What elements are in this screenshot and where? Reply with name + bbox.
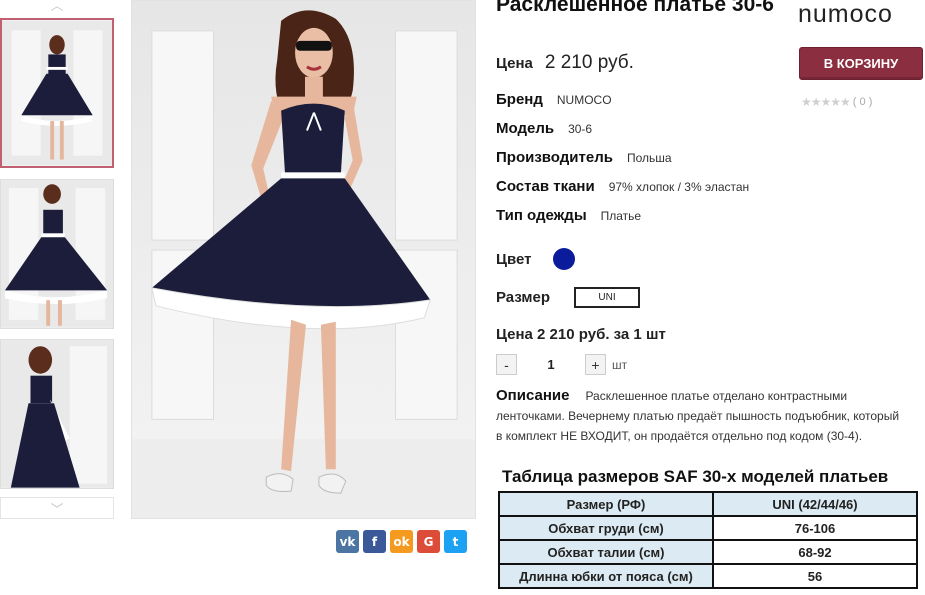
facebook-icon[interactable]: f [363, 530, 386, 553]
odnoklassniki-icon[interactable]: ok [390, 530, 413, 553]
attr-type: Тип одежды Платье [496, 207, 641, 224]
rating[interactable]: ★★★★★ ( 0 ) [801, 95, 872, 109]
price-line: Цена 2 210 руб. [496, 52, 634, 74]
table-header-cell: UNI (42/44/46) [712, 491, 918, 517]
quantity-unit: шт [612, 357, 628, 372]
table-header-row: Размер (РФ) UNI (42/44/46) [498, 491, 918, 517]
attr-key: Тип одежды [496, 207, 587, 224]
add-to-cart-button[interactable]: В КОРЗИНУ [799, 47, 923, 80]
size-table-title: Таблица размеров SAF 30-х моделей платье… [502, 467, 889, 486]
dress-photo-thumbnail [1, 180, 113, 328]
vk-icon[interactable]: vk [336, 530, 359, 553]
brand-logo[interactable]: numoco [798, 0, 893, 29]
attr-value: 97% хлопок / 3% эластан [608, 180, 750, 194]
size-option-uni[interactable]: UNI [574, 287, 641, 308]
size-label: Размер [496, 289, 551, 306]
table-cell: 56 [712, 563, 918, 589]
description-label: Описание [496, 387, 570, 404]
attr-value: 30-6 [568, 122, 593, 136]
unit-price: Цена 2 210 руб. за 1 шт [496, 326, 666, 343]
quantity-stepper: - 1 + шт [496, 354, 627, 375]
quantity-decrease-button[interactable]: - [496, 354, 517, 375]
attr-model: Модель 30-6 [496, 120, 592, 137]
attr-fabric: Состав ткани 97% хлопок / 3% эластан [496, 178, 749, 195]
social-share-bar: vk f ok G t [336, 530, 467, 553]
product-title: Расклешенное платье 30-6 [496, 0, 774, 16]
attr-brand: Бренд NUMOCO [496, 91, 612, 108]
size-table: Размер (РФ) UNI (42/44/46) Обхват груди … [498, 491, 918, 589]
thumbnail-strip: ︿ ﹀ [0, 0, 114, 520]
attr-key: Производитель [496, 149, 613, 166]
color-swatch[interactable] [553, 248, 576, 270]
quantity-value[interactable]: 1 [517, 357, 585, 372]
attr-manufacturer: Производитель Польша [496, 149, 672, 166]
dress-photo [132, 1, 475, 518]
color-selector: Цвет [496, 248, 576, 270]
google-icon[interactable]: G [417, 530, 440, 553]
chevron-up-icon[interactable]: ︿ [0, 0, 114, 14]
attr-key: Состав ткани [496, 178, 595, 195]
main-product-photo[interactable] [131, 0, 476, 519]
attr-key: Бренд [496, 91, 543, 108]
twitter-icon[interactable]: t [444, 530, 467, 553]
table-cell: Обхват талии (см) [498, 539, 714, 565]
dress-photo-thumbnail [2, 20, 112, 166]
quantity-increase-button[interactable]: + [585, 354, 606, 375]
table-cell: 76-106 [712, 515, 918, 541]
thumbnail-2[interactable] [0, 179, 114, 329]
attr-value: Платье [600, 209, 642, 223]
table-header-cell: Размер (РФ) [498, 491, 714, 517]
price-label: Цена [496, 55, 533, 72]
star-icon[interactable]: ★★★★★ [801, 95, 851, 109]
color-label: Цвет [496, 250, 532, 268]
attr-value: Польша [626, 151, 672, 165]
price-value: 2 210 руб. [544, 52, 634, 73]
table-row: Длинна юбки от пояса (см) 56 [498, 563, 918, 589]
attr-key: Модель [496, 120, 555, 137]
table-cell: Длинна юбки от пояса (см) [498, 563, 714, 589]
size-selector: Размер UNI [496, 287, 641, 308]
dress-photo-thumbnail [1, 340, 113, 488]
table-cell: Обхват груди (см) [498, 515, 714, 541]
table-row: Обхват талии (см) 68-92 [498, 539, 918, 565]
thumbnail-3[interactable] [0, 339, 114, 489]
table-cell: 68-92 [712, 539, 918, 565]
attr-value: NUMOCO [556, 93, 612, 107]
thumbnail-1[interactable] [0, 18, 114, 168]
chevron-down-icon[interactable]: ﹀ [0, 497, 114, 519]
rating-count: ( 0 ) [852, 96, 873, 108]
table-row: Обхват груди (см) 76-106 [498, 515, 918, 541]
product-description: Описание Расклешенное платье отделано кон… [496, 386, 906, 446]
